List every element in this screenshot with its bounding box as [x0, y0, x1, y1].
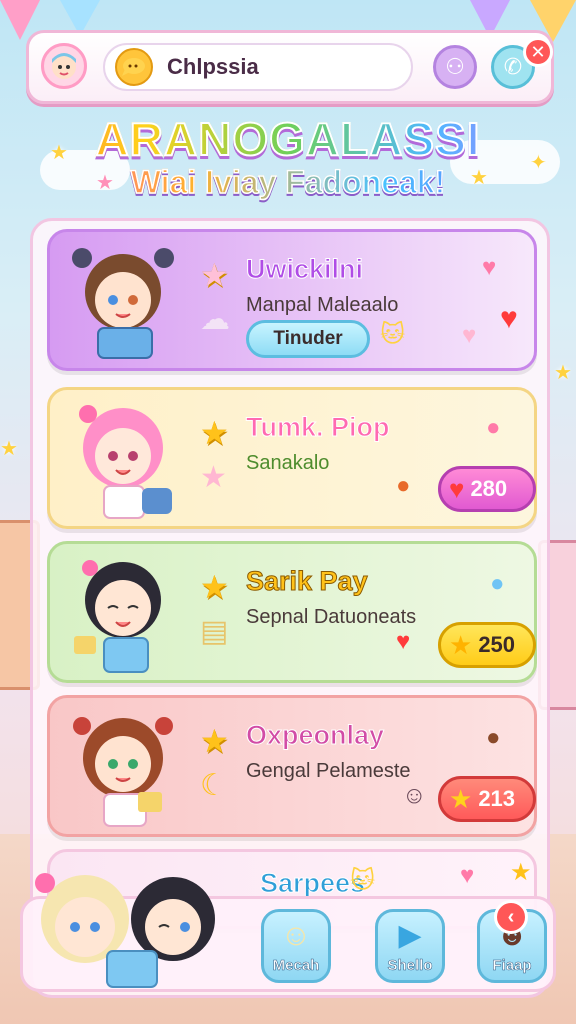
nav-shello-button[interactable]: ▶ Shello — [375, 909, 445, 983]
game-subtitle: Wiai Iviay Fadoneak! — [0, 163, 576, 201]
close-icon: ✕ — [530, 41, 546, 62]
nav-label: Fiaap — [492, 957, 532, 975]
heart-icon: ♥ — [462, 322, 477, 349]
heart-icon: ♥ — [449, 473, 465, 504]
banana-icon: ☾ — [200, 769, 227, 802]
character-name: Uwickilni — [245, 254, 364, 285]
character-portrait — [79, 405, 172, 519]
character-name: Sarik Pay — [246, 566, 369, 597]
character-portrait — [72, 248, 174, 359]
heart-counter[interactable]: ♥ 280 — [438, 466, 536, 512]
star-icon: ★ — [449, 629, 473, 660]
bottom-navigation: ☺ Mecah ▶ Shello ☻ Fiaap — [20, 873, 556, 992]
heart-icon: ♥ — [460, 862, 475, 889]
heart-icon: ♥ — [482, 254, 497, 281]
pink-star-icon: ★ — [200, 461, 227, 494]
top-bar: Chlpssia ⚇ ✆ ✕ — [26, 30, 554, 104]
avatar-face-icon — [52, 53, 76, 79]
tinuder-button[interactable]: Tinuder — [246, 320, 370, 358]
heart-icon: ♥ — [500, 302, 518, 335]
featured-characters-illustration — [35, 873, 215, 988]
search-field[interactable]: Chlpssia — [103, 43, 413, 91]
friends-button[interactable]: ⚇ — [433, 45, 477, 89]
cloud-icon: ☁ — [200, 303, 230, 336]
character-card[interactable]: ★ ★ Tumk. Piop Sanakalo ● ● ♥ 280 — [47, 387, 537, 529]
play-icon: ▶ — [398, 919, 422, 952]
blob-icon: ● — [490, 570, 505, 597]
character-description: Gengal Pelameste — [246, 760, 411, 782]
star-count: 250 — [478, 632, 516, 657]
star-icon: ★ — [200, 415, 229, 451]
nav-mecah-button[interactable]: ☺ Mecah — [261, 909, 331, 983]
mini-character-icon: ☺ — [402, 782, 427, 809]
star-icon: ★ — [200, 723, 229, 759]
heart-count: 280 — [470, 476, 508, 501]
star-icon: ★ — [200, 569, 229, 605]
character-portrait — [73, 717, 173, 827]
book-icon: ▤ — [200, 615, 229, 648]
character-portrait — [74, 560, 161, 673]
character-description: Sanakalo — [246, 452, 330, 474]
star-counter[interactable]: ★ 213 — [438, 776, 536, 822]
player-avatar[interactable] — [41, 43, 87, 89]
character-description: Manpal Maleaalo — [246, 294, 399, 316]
character-card[interactable]: ★ ▤ Sarik Pay Sepnal Datuoneats ● ♥ ★ 25… — [47, 541, 537, 683]
star-counter[interactable]: ★ 250 — [438, 622, 536, 668]
sparkle-icon: ★ — [0, 438, 18, 460]
character-card[interactable]: ★ ☁ Uwickilni Manpal Maleaalo Tinuder 🐱 … — [47, 229, 537, 371]
back-button[interactable]: ‹ — [494, 900, 528, 934]
star-count: 213 — [478, 786, 516, 811]
character-card[interactable]: ★ ☾ Oxpeonlay Gengal Pelameste ● ☺ ★ 213 — [47, 695, 537, 837]
search-value: Chlpssia — [167, 54, 259, 79]
cat-icon: 🐱 — [350, 867, 376, 894]
star-icon: ★ — [510, 859, 532, 886]
phone-icon: ✆ — [503, 54, 523, 79]
nav-label: Shello — [387, 957, 433, 975]
blob-icon: ● — [486, 414, 501, 441]
character-name: Tumk. Piop — [246, 412, 391, 443]
blob-icon: ● — [486, 724, 501, 751]
sparkle-icon: ★ — [554, 362, 572, 384]
game-title: ARANOGALASSI — [0, 112, 576, 166]
blob-icon: ● — [396, 472, 411, 499]
heart-icon: ♥ — [396, 628, 411, 655]
cat-icon: 🐱 — [380, 321, 406, 348]
back-arrow-icon: ‹ — [507, 905, 515, 928]
character-description: Sepnal Datuoneats — [246, 606, 417, 628]
character-name: Oxpeonlay — [245, 720, 385, 751]
star-icon: ★ — [449, 783, 473, 814]
nav-label: Mecah — [272, 957, 320, 975]
character-icon: ☺ — [280, 919, 312, 952]
close-button[interactable]: ✕ — [523, 37, 553, 67]
pink-star-icon: ★ — [200, 257, 229, 293]
friends-icon: ⚇ — [445, 54, 465, 79]
chat-bubble-icon — [115, 48, 153, 86]
